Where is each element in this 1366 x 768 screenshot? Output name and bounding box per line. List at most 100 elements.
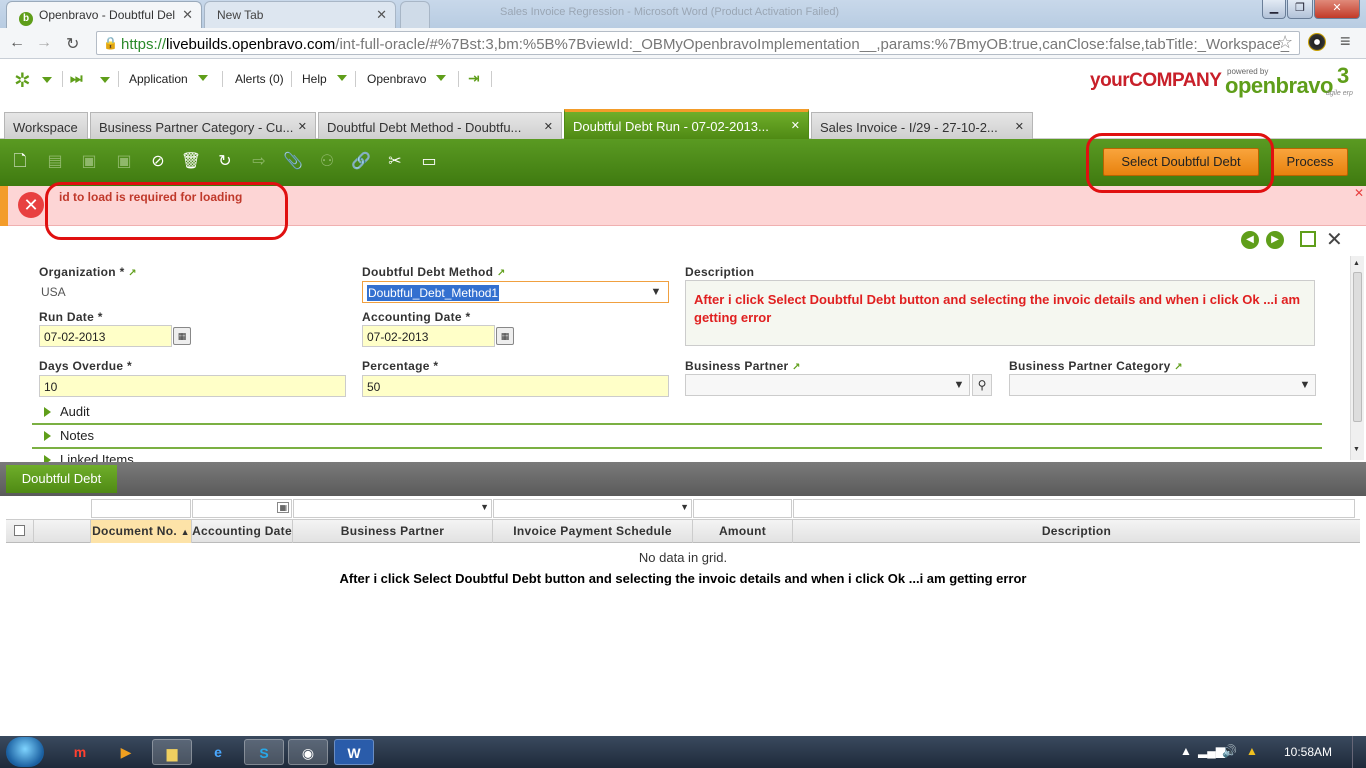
file-explorer-icon[interactable]: ▆ [152,739,192,765]
link-icon[interactable]: 🔗 [350,151,372,173]
show-desktop-button[interactable] [1352,736,1366,768]
calendar-icon[interactable]: ▦ [496,327,514,345]
process-button[interactable]: Process [1272,148,1348,176]
export-icon[interactable]: ⇨ [248,151,270,173]
section-notes[interactable]: Notes [32,425,1322,449]
chevron-down-icon[interactable]: ▼ [949,375,969,395]
nav-user[interactable]: Openbravo [367,72,447,86]
close-icon[interactable]: ✕ [544,120,553,133]
grid-view-icon[interactable]: ▭ [418,151,440,173]
logout-icon[interactable]: ⇥ [468,70,480,87]
search-icon[interactable]: ⚲ [972,374,992,396]
link-arrow-icon[interactable]: ↗ [497,268,506,279]
audit-trail-icon[interactable]: ⚇ [316,151,338,173]
attach-icon[interactable]: 📎 [282,151,304,173]
save-icon[interactable]: ▣ [78,151,100,173]
percentage-input[interactable]: 50 [362,375,669,397]
chevron-down-icon[interactable] [42,77,52,83]
chrome-icon[interactable]: ◉ [288,739,328,765]
filter-description[interactable] [793,499,1355,518]
tab-doubtful-debt[interactable]: Doubtful Debt [6,465,117,493]
network-icon[interactable]: ▂▄▆ [1198,744,1225,758]
description-field[interactable]: After i click Select Doubtful Debt butto… [685,280,1315,346]
close-icon[interactable]: ✕ [1015,120,1024,133]
media-player-icon[interactable]: ▶ [106,739,146,765]
nav-application[interactable]: Application [129,72,208,86]
save-close-icon[interactable]: ▣ [113,151,135,173]
extension-icon[interactable] [1308,33,1326,51]
maximize-icon[interactable]: ❐ [1287,0,1313,19]
column-header-invoice-payment-schedule[interactable]: Invoice Payment Schedule [493,520,693,543]
filter-document-no[interactable] [91,499,191,518]
tab-business-partner-category[interactable]: Business Partner Category - Cu... ✕ [90,112,316,139]
column-header-description[interactable]: Description [793,520,1360,543]
fast-forward-icon[interactable]: ⏭ [70,70,83,87]
browser-tab-openbravo[interactable]: b Openbravo - Doubtful Del ✕ [6,1,202,28]
filter-amount[interactable] [693,499,792,518]
skype-icon[interactable]: S [244,739,284,765]
bookmark-star-icon[interactable]: ☆ [1277,32,1293,53]
menu-icon[interactable]: ≡ [1340,31,1351,52]
volume-icon[interactable]: 🔊 [1222,744,1237,758]
chevron-down-icon[interactable]: ▼ [646,282,666,302]
scroll-down-icon[interactable]: ▼ [1353,446,1360,453]
show-hidden-icons-icon[interactable]: ▲ [1180,744,1192,758]
scroll-thumb[interactable] [1353,272,1362,422]
link-arrow-icon[interactable]: ↗ [128,268,137,279]
tab-workspace[interactable]: Workspace [4,112,88,139]
refresh-icon[interactable]: ↻ [214,151,236,173]
next-record-icon[interactable]: ▶ [1266,231,1284,249]
internet-explorer-icon[interactable]: e [198,739,238,765]
close-icon[interactable]: ✕ [1354,186,1364,200]
link-arrow-icon[interactable]: ↗ [1174,362,1183,373]
tools-icon[interactable]: ✂ [384,151,406,173]
previous-record-icon[interactable]: ◀ [1241,231,1259,249]
run-date-input[interactable]: 07-02-2013 [39,325,172,347]
column-header-document-no[interactable]: Document No. ▲ [91,520,192,543]
new-row-icon[interactable]: ▤ [44,151,66,173]
chevron-down-icon[interactable]: ▼ [1295,375,1315,395]
minimize-icon[interactable]: ▁ [1262,0,1286,19]
section-audit[interactable]: Audit [32,401,1322,425]
close-icon[interactable]: ✕ [376,7,387,23]
select-all-checkbox[interactable] [6,520,34,543]
calendar-icon[interactable]: ▦ [277,502,289,513]
form-scrollbar[interactable]: ▲ ▼ [1350,256,1364,460]
filter-invoice-payment-schedule[interactable]: ▼ [493,499,692,518]
word-icon[interactable]: W [334,739,374,765]
nav-alerts[interactable]: Alerts (0) [235,72,284,86]
scroll-up-icon[interactable]: ▲ [1353,260,1360,267]
chevron-down-icon[interactable] [100,77,110,83]
tab-sales-invoice[interactable]: Sales Invoice - I/29 - 27-10-2... ✕ [811,112,1033,139]
column-header-business-partner[interactable]: Business Partner [293,520,493,543]
start-button[interactable] [6,737,44,767]
days-overdue-input[interactable]: 10 [39,375,346,397]
tab-doubtful-debt-method[interactable]: Doubtful Debt Method - Doubtfu... ✕ [318,112,562,139]
filter-accounting-date[interactable]: ▦ [192,499,292,518]
close-icon[interactable]: ✕ [298,120,307,133]
window-close-icon[interactable]: ✕ [1314,0,1360,19]
new-tab-button[interactable] [400,1,430,28]
doubtful-debt-method-select[interactable]: Doubtful_Debt_Method1 ▼ [362,281,669,303]
forward-arrow-icon[interactable]: → [36,34,52,52]
delete-icon[interactable]: 🗑 [180,151,202,173]
chevron-down-icon[interactable]: ▼ [480,502,489,512]
link-arrow-icon[interactable]: ↗ [792,362,801,373]
maximize-form-icon[interactable] [1300,231,1316,247]
new-document-icon[interactable]: 🗋 [9,151,31,173]
drive-icon[interactable]: ▲ [1246,744,1258,758]
business-partner-category-select[interactable]: ▼ [1009,374,1316,396]
accounting-date-input[interactable]: 07-02-2013 [362,325,495,347]
column-header-accounting-date[interactable]: Accounting Date [192,520,293,543]
close-form-icon[interactable]: ✕ [1326,227,1343,252]
section-linked-items[interactable]: Linked Items [32,449,1322,462]
back-arrow-icon[interactable]: ← [9,34,25,52]
quick-launch-icon[interactable]: ✲ [14,68,31,93]
column-header-amount[interactable]: Amount [693,520,793,543]
undo-icon[interactable]: ⊘ [147,151,169,173]
browser-tab-new-tab[interactable]: New Tab ✕ [204,1,396,28]
url-bar[interactable]: 🔒 https://livebuilds.openbravo.com/int-f… [96,31,1300,55]
reload-icon[interactable]: ↻ [66,34,79,54]
tab-doubtful-debt-run[interactable]: Doubtful Debt Run - 07-02-2013... ✕ [564,109,809,139]
nav-help[interactable]: Help [302,72,347,86]
